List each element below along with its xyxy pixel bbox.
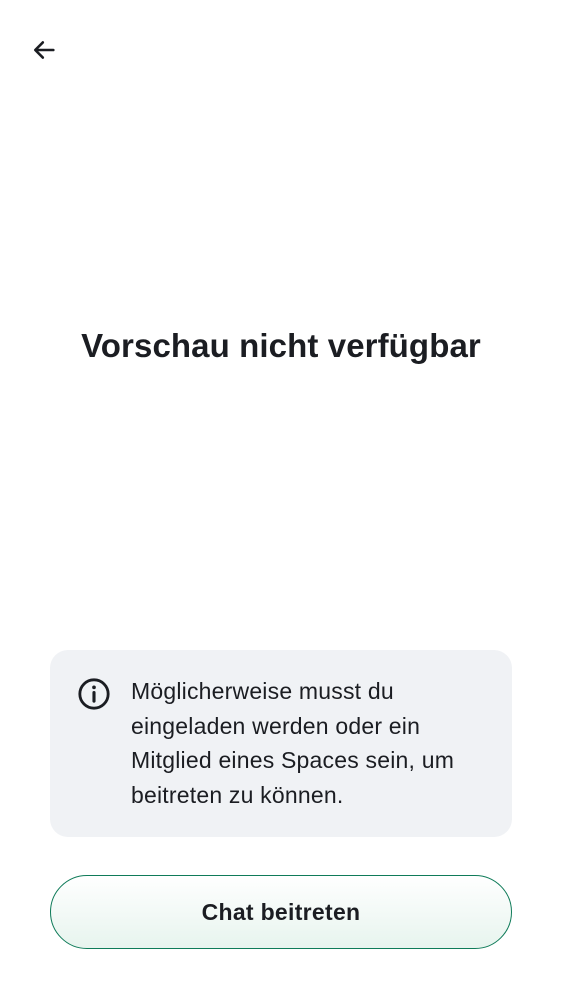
- join-chat-button-label: Chat beitreten: [201, 898, 361, 925]
- info-card: Möglicherweise musst du eingeladen werde…: [50, 650, 512, 837]
- info-icon: [77, 677, 111, 711]
- arrow-left-icon: [30, 36, 58, 64]
- page-title: Vorschau nicht verfügbar: [81, 327, 481, 364]
- room-preview-screen: Vorschau nicht verfügbar Möglicherweise …: [0, 0, 562, 1000]
- back-button[interactable]: [22, 28, 66, 72]
- join-chat-button[interactable]: Chat beitreten: [50, 875, 512, 949]
- info-text: Möglicherweise musst du eingeladen werde…: [131, 678, 455, 808]
